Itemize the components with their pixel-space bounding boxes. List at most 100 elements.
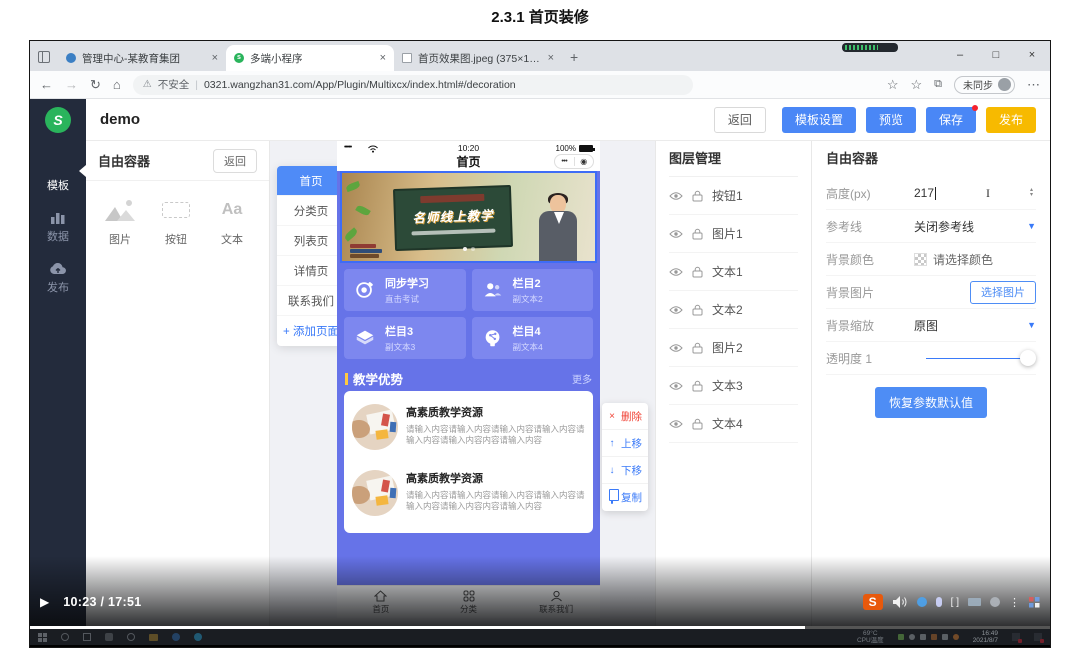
address-bar[interactable]: ⚠ 不安全 | 0321.wangzhan31.com/App/Plugin/M…: [133, 75, 693, 95]
lock-icon[interactable]: [692, 418, 703, 430]
more-vertical-icon[interactable]: ⋮: [1009, 596, 1020, 609]
section-more-link[interactable]: 更多: [572, 371, 592, 386]
task-view-icon[interactable]: [83, 633, 91, 641]
capsule-menu-icon[interactable]: •••: [555, 158, 574, 165]
slider-knob[interactable]: [1020, 350, 1036, 366]
favorites-bar-icon[interactable]: ☆: [910, 77, 922, 93]
guideline-select[interactable]: 关闭参考线: [914, 218, 974, 235]
page-item-category[interactable]: 分类页: [277, 196, 345, 226]
tile-column2[interactable]: 栏目2 副文本2: [472, 269, 594, 311]
layer-row-image1[interactable]: 图片1: [669, 215, 798, 253]
publish-button[interactable]: 发布: [986, 107, 1036, 133]
edge-app-icon[interactable]: [194, 633, 202, 641]
visibility-eye-icon[interactable]: [669, 305, 683, 315]
browser-tab-miniprogram[interactable]: s 多端小程序 ×: [226, 45, 394, 71]
layer-row-text1[interactable]: 文本1: [669, 253, 798, 291]
browser-tab-image[interactable]: 首页效果图.jpeg (375×1639) ×: [394, 45, 562, 71]
articles-card[interactable]: 高素质教学资源 请输入内容请输入内容请输入内容请输入内容请输入内容请输入内容内容…: [344, 391, 593, 533]
phone-preview[interactable]: ••••• 10:20 100% 首页 ••• ◉: [337, 141, 600, 618]
back-icon[interactable]: ←: [40, 77, 53, 92]
dropdown-arrow-icon[interactable]: ▼: [1027, 221, 1036, 231]
tab-close-icon[interactable]: ×: [380, 52, 386, 64]
magnifier-app-icon[interactable]: [127, 633, 135, 641]
height-input[interactable]: 217: [914, 186, 936, 200]
visibility-eye-icon[interactable]: [669, 381, 683, 391]
component-text[interactable]: Aa 文本: [204, 195, 260, 247]
color-swatch-icon[interactable]: [914, 253, 927, 266]
emoji-control-icon[interactable]: [917, 597, 927, 607]
browser-app-icon[interactable]: [172, 633, 180, 641]
sidebar-item-publish[interactable]: 发布: [30, 253, 86, 304]
dropdown-arrow-icon[interactable]: ▼: [1027, 320, 1036, 330]
visibility-eye-icon[interactable]: [669, 419, 683, 429]
bgcolor-picker[interactable]: 请选择颜色: [933, 251, 993, 268]
components-back-button[interactable]: 返回: [213, 149, 257, 173]
maximize-button[interactable]: □: [978, 41, 1014, 69]
layer-row-text3[interactable]: 文本3: [669, 367, 798, 405]
refresh-icon[interactable]: ↻: [90, 77, 101, 93]
browser-tab-admin[interactable]: 管理中心-某教育集团 ×: [58, 45, 226, 71]
return-button[interactable]: 返回: [714, 107, 766, 133]
tile-sync-learning[interactable]: 同步学习 直击考试: [344, 269, 466, 311]
visibility-eye-icon[interactable]: [669, 267, 683, 277]
article-item[interactable]: 高素质教学资源 请输入内容请输入内容请输入内容请输入内容请输入内容请输入内容内容…: [352, 466, 585, 524]
article-item[interactable]: 高素质教学资源 请输入内容请输入内容请输入内容请输入内容请输入内容请输入内容内容…: [352, 400, 585, 458]
number-stepper[interactable]: ▴ ▾: [1027, 186, 1036, 200]
new-tab-button[interactable]: +: [570, 49, 578, 65]
home-icon[interactable]: ⌂: [113, 77, 121, 92]
fullscreen-brackets-icon[interactable]: [ ]: [951, 597, 959, 608]
minimize-button[interactable]: –: [942, 41, 978, 69]
video-frame[interactable]: 管理中心-某教育集团 × s 多端小程序 × 首页效果图.jpeg (375×1…: [29, 40, 1051, 648]
sync-profile-button[interactable]: 未同步: [954, 76, 1015, 94]
search-circle-icon[interactable]: [61, 633, 69, 641]
lock-icon[interactable]: [692, 266, 703, 278]
visibility-eye-icon[interactable]: [669, 229, 683, 239]
move-up-menu-item[interactable]: ↑ 上移: [602, 430, 648, 457]
taskbar-app-icon[interactable]: [105, 633, 113, 641]
lock-icon[interactable]: [692, 190, 703, 202]
layer-row-image2[interactable]: 图片2: [669, 329, 798, 367]
miniprogram-capsule[interactable]: ••• ◉: [554, 154, 594, 169]
capsule-exit-icon[interactable]: ◉: [575, 157, 594, 166]
copy-menu-item[interactable]: 复制: [602, 484, 648, 511]
volume-icon[interactable]: [892, 595, 908, 609]
phone-canvas[interactable]: 名师线上教学: [337, 171, 600, 585]
reset-defaults-button[interactable]: 恢复参数默认值: [875, 387, 987, 418]
add-page-button[interactable]: + 添加页面: [277, 316, 345, 346]
save-button[interactable]: 保存: [926, 107, 976, 133]
lock-icon[interactable]: [692, 304, 703, 316]
banner-image[interactable]: 名师线上教学: [342, 173, 595, 261]
folder-app-icon[interactable]: [149, 634, 158, 641]
favorite-icon[interactable]: ☆: [887, 77, 899, 93]
keyboard-icon[interactable]: [968, 598, 981, 606]
choose-image-button[interactable]: 选择图片: [970, 281, 1036, 304]
stepper-down-icon[interactable]: ▾: [1030, 193, 1033, 198]
component-button[interactable]: 按钮: [148, 195, 204, 247]
play-button[interactable]: ▶: [40, 595, 49, 609]
tile-column4[interactable]: 栏目4 副文本4: [472, 317, 594, 359]
message-icon[interactable]: [1034, 633, 1042, 641]
windows-start-icon[interactable]: [38, 633, 47, 642]
sidebar-item-template[interactable]: 模板: [30, 151, 86, 202]
layer-row-text2[interactable]: 文本2: [669, 291, 798, 329]
page-item-home[interactable]: 首页: [277, 166, 345, 196]
tab-search-icon[interactable]: [38, 51, 50, 63]
opacity-slider[interactable]: [926, 358, 1028, 359]
visibility-eye-icon[interactable]: [669, 343, 683, 353]
page-item-detail[interactable]: 详情页: [277, 256, 345, 286]
mic-icon[interactable]: [936, 597, 942, 607]
template-settings-button[interactable]: 模板设置: [782, 107, 856, 133]
visibility-eye-icon[interactable]: [669, 191, 683, 201]
browser-menu-icon[interactable]: ⋯: [1027, 77, 1040, 93]
layer-row-button1[interactable]: 按钮1: [669, 177, 798, 215]
component-image[interactable]: 图片: [92, 195, 148, 247]
preview-button[interactable]: 预览: [866, 107, 916, 133]
person-control-icon[interactable]: [990, 597, 1000, 607]
grid-control-icon[interactable]: [1029, 597, 1040, 608]
close-button[interactable]: ×: [1014, 41, 1050, 69]
bgscale-select[interactable]: 原图: [914, 317, 938, 334]
sidebar-item-data[interactable]: 数据: [30, 202, 86, 253]
notification-icon[interactable]: [1012, 633, 1020, 641]
page-item-list[interactable]: 列表页: [277, 226, 345, 256]
lock-icon[interactable]: [692, 342, 703, 354]
